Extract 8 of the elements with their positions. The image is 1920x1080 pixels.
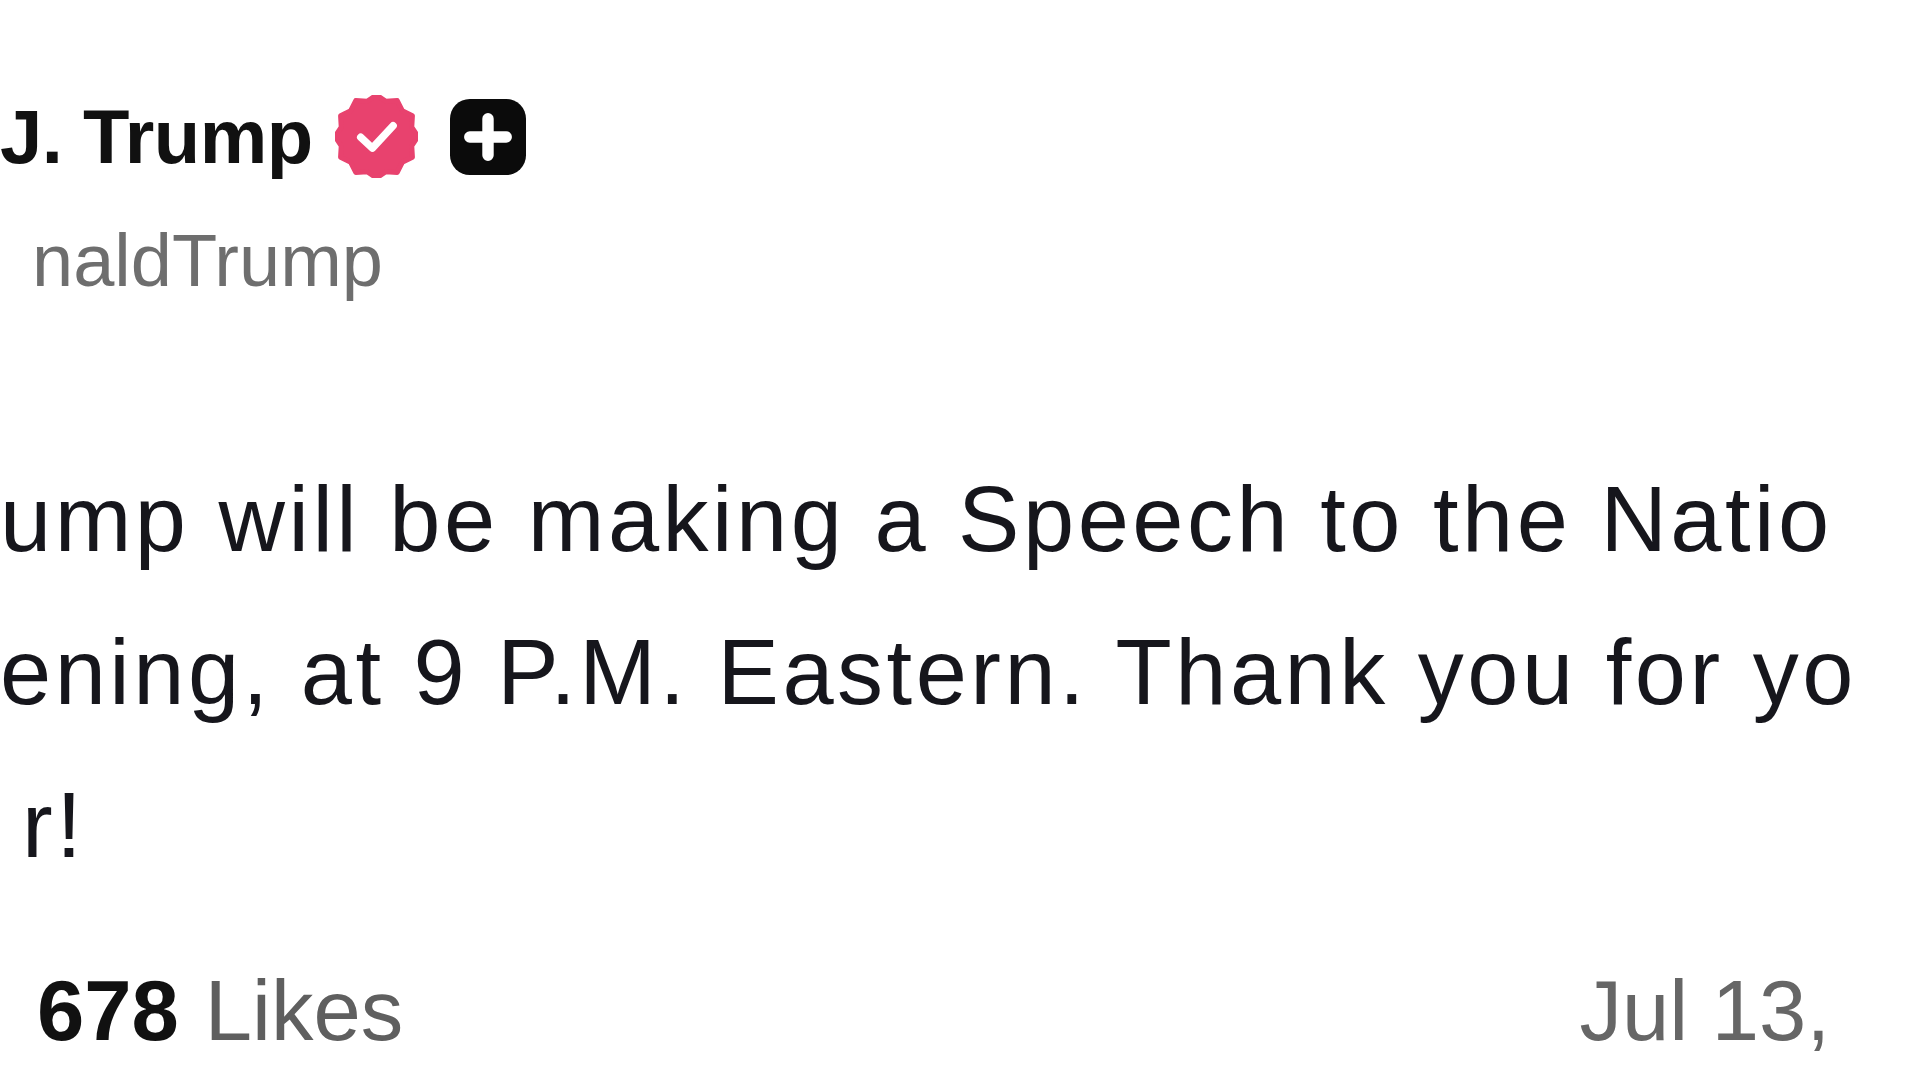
likes-label[interactable]: Likes xyxy=(204,959,404,1062)
post-text-line: r! xyxy=(21,772,86,878)
like-count[interactable]: 678 xyxy=(37,959,179,1062)
author-handle[interactable]: naldTrump xyxy=(0,217,383,306)
post-text-line: ening, at 9 P.M. Eastern. Thank you for yo xyxy=(0,619,1857,725)
plus-square-icon[interactable] xyxy=(449,98,526,175)
post-date[interactable]: Jul 13, xyxy=(1579,959,1830,1062)
post-text-line: ump will be making a Speech to the Natio xyxy=(0,466,1833,572)
